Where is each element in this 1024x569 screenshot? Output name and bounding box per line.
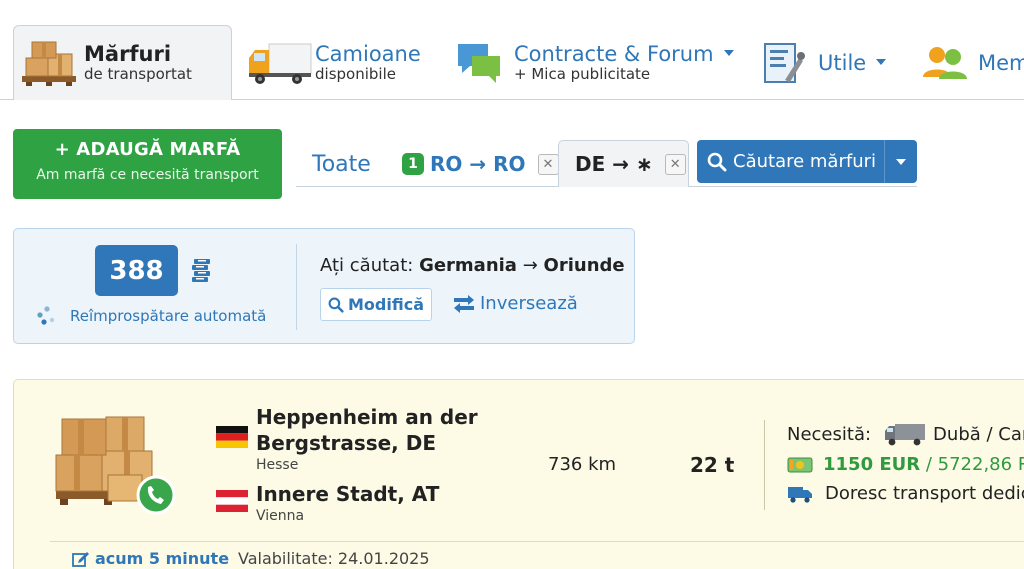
tab-cargo-label: Mărfuri (84, 42, 172, 67)
add-cargo-title: + ADAUGĂ MARFĂ (54, 139, 241, 160)
card-divider (764, 420, 765, 510)
search-to: Oriunde (543, 255, 625, 276)
price-offer: 1150 EUR / 5722,86 RO (787, 454, 1024, 475)
modify-search-label: Modifică (348, 295, 424, 314)
tab-trucks-label: Camioane (315, 42, 421, 67)
tab-members-label: Mem (978, 50, 1024, 75)
search-cargo-main[interactable]: Căutare mărfuri (697, 151, 884, 172)
modify-search-button[interactable]: Modifică (320, 288, 432, 321)
tab-trucks-sublabel: disponibile (315, 65, 396, 84)
destination-city: Innere Stadt, AT (256, 482, 440, 506)
tab-contracts-label: Contracte & Forum (514, 43, 734, 65)
search-from: Germania (419, 255, 517, 276)
members-icon (912, 39, 978, 87)
tab-members[interactable]: Mem (912, 26, 1024, 100)
origin-region: Hesse (256, 457, 299, 473)
invert-route-link[interactable]: Inversează (451, 293, 578, 314)
tab-contracts-forum[interactable]: Contracte & Forum + Mica publicitate (444, 26, 734, 100)
tab-contracts-sublabel: + Mica publicitate (514, 65, 651, 84)
spinner-icon (37, 306, 55, 325)
cargo-listing-card[interactable]: Heppenheim an der Bergstrasse, DE Hesse … (13, 379, 1024, 569)
close-filter-de-button[interactable]: ✕ (664, 153, 686, 175)
filter-tab-all[interactable]: Toate (312, 141, 371, 187)
edit-icon (72, 551, 89, 567)
search-arrow: → (522, 255, 538, 276)
vehicle-requirement: Necesită: Dubă / Car (787, 422, 1024, 446)
invert-route-label: Inversează (480, 293, 578, 314)
filter-tab-ro-ro[interactable]: 1 RO → RO ✕ (402, 141, 559, 187)
search-icon (328, 297, 344, 313)
cargo-boxes-icon (14, 39, 84, 87)
origin-city-line1: Heppenheim an der (256, 405, 478, 429)
tab-utilities-label: Utile (818, 52, 887, 74)
updated-time-label: acum 5 minute (95, 549, 230, 568)
add-cargo-subtitle: Am marfă ce necesită transport (36, 167, 259, 183)
result-count: 388 (95, 245, 178, 296)
money-icon (787, 457, 813, 472)
route-distance: 736 km (548, 454, 617, 475)
updated-time[interactable]: acum 5 minute (72, 549, 229, 568)
destination-region: Vienna (256, 508, 305, 524)
chat-bubbles-icon (444, 39, 514, 87)
close-filter-ro-button[interactable]: ✕ (537, 153, 559, 175)
search-summary-panel: 388 Reîmprospătare automată Ați căutat: … (13, 228, 635, 344)
price-ron: 5722,86 RO (937, 454, 1024, 475)
filter-ro-route: RO → RO (430, 152, 526, 176)
filter-de-route: DE → ∗ (575, 152, 653, 176)
needs-label: Necesită: (787, 423, 872, 445)
stacked-list-icon[interactable] (189, 257, 215, 289)
tab-cargo-sublabel: de transportat (84, 65, 192, 84)
tab-trucks[interactable]: Camioane disponibile (245, 26, 421, 100)
price-separator: / (920, 454, 938, 475)
price-eur: 1150 EUR (823, 454, 921, 475)
vehicle-type: Dubă / Car (933, 423, 1024, 445)
origin-city-line2: Bergstrasse, DE (256, 431, 437, 455)
chevron-down-icon (723, 50, 734, 57)
auto-refresh-status[interactable]: Reîmprospătare automată (36, 305, 266, 327)
summary-divider (296, 244, 297, 330)
search-label: Ați căutat: (320, 255, 414, 276)
auto-refresh-label: Reîmprospătare automată (70, 307, 267, 325)
search-options-dropdown[interactable] (884, 140, 917, 183)
austria-flag-icon (216, 490, 248, 512)
germany-flag-icon (216, 426, 248, 448)
swap-arrows-icon (454, 294, 474, 313)
tab-utilities[interactable]: Utile (748, 26, 887, 100)
chevron-down-icon (896, 158, 906, 165)
cargo-weight: 22 t (690, 453, 735, 477)
search-description: Ați căutat: Germania → Oriunde (320, 255, 625, 276)
truck-icon (245, 39, 315, 87)
validity-date: Valabilitate: 24.01.2025 (238, 549, 430, 568)
destination-location: Innere Stadt, AT Vienna (256, 481, 506, 524)
origin-location: Heppenheim an der Bergstrasse, DE Hesse (256, 404, 506, 473)
van-icon (885, 424, 926, 446)
origin-city: Heppenheim an der Bergstrasse, DE (256, 404, 506, 456)
cargo-pallet-icon (48, 415, 180, 519)
transport-type-label: Doresc transport dedic (825, 483, 1024, 504)
search-icon (707, 152, 727, 171)
filter-count-badge: 1 (402, 153, 424, 175)
main-navigation: Mărfuri de transportat Camioane disponib… (0, 0, 1024, 100)
card-footer-divider (50, 541, 1024, 542)
tools-icon (748, 39, 818, 87)
transport-type: Doresc transport dedic (787, 483, 1024, 504)
delivery-truck-icon (788, 486, 812, 503)
chevron-down-icon (876, 58, 887, 65)
search-cargo-label: Căutare mărfuri (733, 151, 877, 172)
tab-cargo[interactable]: Mărfuri de transportat (13, 25, 232, 100)
filter-tab-de-any[interactable]: DE → ∗ ✕ (558, 140, 689, 187)
search-cargo-button[interactable]: Căutare mărfuri (697, 140, 917, 183)
add-cargo-button[interactable]: + ADAUGĂ MARFĂ Am marfă ce necesită tran… (13, 129, 282, 199)
